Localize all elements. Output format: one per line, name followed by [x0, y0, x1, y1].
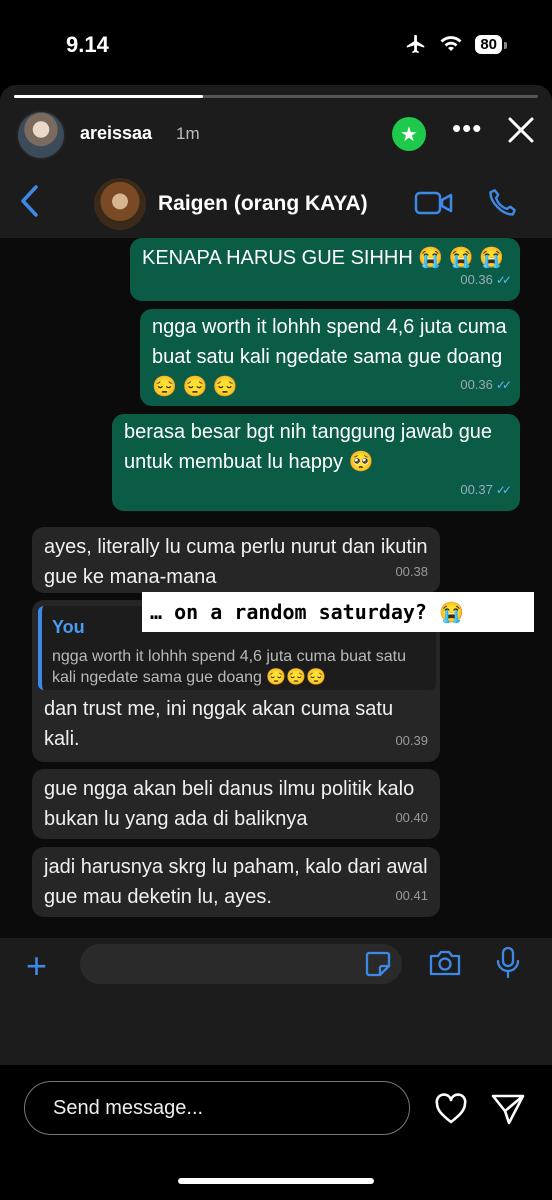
- phone-call-icon[interactable]: [486, 187, 518, 219]
- message-text: jadi harusnya skrg lu paham, kalo dari a…: [44, 856, 428, 908]
- message-time: 00.36: [460, 272, 493, 287]
- message-text: berasa besar bgt nih tanggung jawab gue …: [124, 421, 493, 473]
- microphone-icon[interactable]: [495, 946, 521, 980]
- message-bubble-incoming[interactable]: ayes, literally lu cuma perlu nurut dan …: [32, 527, 440, 593]
- message-bubble-outgoing[interactable]: KENAPA HARUS GUE SIHHH 😭 😭 😭 00.36 ✓✓: [130, 238, 520, 301]
- airplane-icon: [407, 34, 425, 54]
- message-meta: 00.41: [395, 881, 428, 911]
- read-receipt-icon: ✓✓: [495, 483, 512, 497]
- message-bubble-outgoing[interactable]: ngga worth it lohhh spend 4,6 juta cuma …: [140, 309, 520, 406]
- contact-name[interactable]: Raigen (orang KAYA): [158, 192, 368, 216]
- chat-messages-area[interactable]: KENAPA HARUS GUE SIHHH 😭 😭 😭 00.36 ✓✓ ngg…: [0, 238, 552, 938]
- camera-icon[interactable]: [428, 948, 462, 978]
- status-icons: 80: [405, 33, 507, 55]
- message-time: 00.37: [460, 482, 493, 497]
- back-chevron-icon[interactable]: [18, 184, 42, 218]
- message-text: KENAPA HARUS GUE SIHHH 😭 😭 😭: [142, 247, 505, 269]
- read-receipt-icon: ✓✓: [495, 378, 512, 392]
- message-meta: 00.36 ✓✓: [460, 265, 512, 295]
- story-progress-fill: [14, 95, 203, 98]
- quoted-text: ngga worth it lohhh spend 4,6 juta cuma …: [52, 648, 407, 686]
- message-bubble-incoming[interactable]: jadi harusnya skrg lu paham, kalo dari a…: [32, 847, 440, 917]
- story-username[interactable]: areissaa: [80, 123, 152, 144]
- sticker-icon[interactable]: [364, 950, 392, 978]
- message-bubble-incoming[interactable]: gue ngga akan beli danus ilmu politik ka…: [32, 769, 440, 839]
- attach-plus-icon[interactable]: +: [26, 948, 47, 984]
- close-icon[interactable]: [506, 115, 536, 145]
- heart-icon[interactable]: [434, 1093, 468, 1125]
- send-share-icon[interactable]: [490, 1092, 526, 1126]
- more-options-icon[interactable]: •••: [452, 113, 482, 144]
- message-text: ngga worth it lohhh spend 4,6 juta cuma …: [152, 316, 507, 398]
- battery-indicator: 80: [475, 34, 507, 54]
- message-meta: 00.38: [395, 557, 428, 587]
- message-input-field[interactable]: [80, 944, 402, 984]
- message-time: 00.36: [460, 377, 493, 392]
- story-header: areissaa 1m ★ •••: [0, 105, 552, 165]
- story-frame[interactable]: areissaa 1m ★ ••• Raigen (orang KAYA) KE…: [0, 85, 552, 1065]
- message-meta: 00.40: [395, 803, 428, 833]
- status-bar: 9.14 80: [0, 0, 552, 85]
- message-bubble-outgoing[interactable]: berasa besar bgt nih tanggung jawab gue …: [112, 414, 520, 511]
- message-text: gue ngga akan beli danus ilmu politik ka…: [44, 778, 415, 830]
- avatar[interactable]: [16, 110, 66, 160]
- video-call-icon[interactable]: [414, 188, 454, 218]
- message-meta: 00.37 ✓✓: [460, 475, 512, 505]
- story-timestamp: 1m: [176, 124, 200, 143]
- story-caption-text[interactable]: … on a random saturday? 😭: [142, 592, 534, 632]
- clock: 9.14: [66, 32, 109, 57]
- message-time: 00.41: [395, 888, 428, 903]
- message-time: 00.38: [395, 564, 428, 579]
- message-time: 00.40: [395, 810, 428, 825]
- read-receipt-icon: ✓✓: [495, 273, 512, 287]
- story-progress-bar: [14, 95, 538, 98]
- message-meta: 00.36 ✓✓: [460, 370, 512, 400]
- chat-composer: +: [0, 938, 552, 1065]
- message-text: dan trust me, ini nggak akan cuma satu k…: [44, 698, 394, 750]
- home-indicator: [178, 1178, 374, 1184]
- wifi-icon: [440, 36, 462, 51]
- contact-avatar[interactable]: [94, 178, 146, 230]
- close-friends-star-icon[interactable]: ★: [392, 117, 426, 151]
- message-text: ayes, literally lu cuma perlu nurut dan …: [44, 536, 428, 588]
- send-message-input[interactable]: Send message...: [24, 1081, 410, 1135]
- chat-header: Raigen (orang KAYA): [0, 170, 552, 238]
- message-time: 00.39: [395, 733, 428, 748]
- message-meta: 00.39: [395, 726, 428, 756]
